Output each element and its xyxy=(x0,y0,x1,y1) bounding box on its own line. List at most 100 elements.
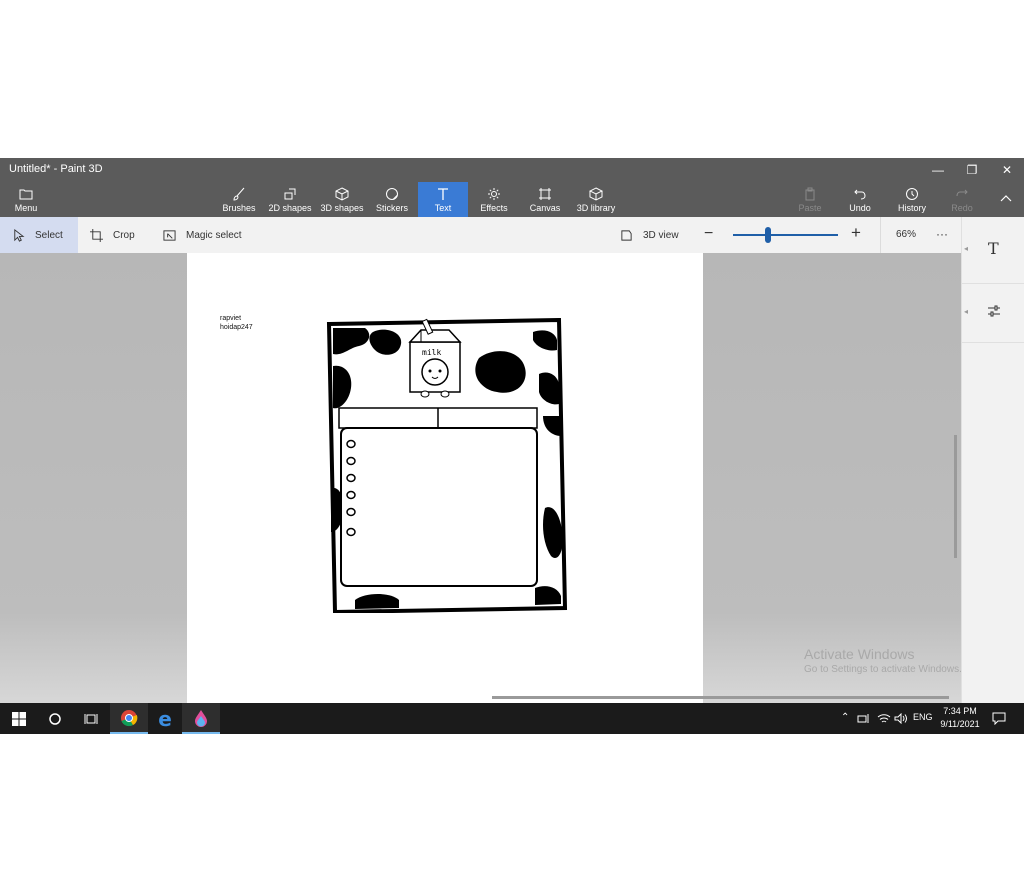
search-button[interactable] xyxy=(36,703,74,734)
network-icon[interactable] xyxy=(857,713,871,724)
milk-label: milk xyxy=(422,348,441,357)
task-view-button[interactable] xyxy=(72,703,110,734)
brush-icon xyxy=(233,187,245,201)
more-options-button[interactable]: ··· xyxy=(936,227,948,241)
text-icon xyxy=(438,187,448,200)
3d-view-icon xyxy=(621,229,632,241)
magic-select-label: Magic select xyxy=(186,229,242,241)
chevron-left-icon[interactable]: ◂ xyxy=(964,244,968,253)
minimize-button[interactable]: — xyxy=(921,158,955,182)
clock-time: 7:34 PM xyxy=(943,706,977,716)
select-button[interactable]: Select xyxy=(0,217,78,253)
toolbar-divider xyxy=(880,217,881,253)
canvas-text-block[interactable]: rapviet hoidap247 xyxy=(220,314,253,332)
main-ribbon: Menu Brushes 2D shapes 3D shapes Sticker… xyxy=(0,182,1024,217)
tool-3d-shapes[interactable]: 3D shapes xyxy=(318,182,366,217)
wifi-icon[interactable] xyxy=(877,713,891,724)
2d-shapes-icon xyxy=(284,188,296,199)
select-label: Select xyxy=(35,229,63,241)
vertical-scrollbar[interactable] xyxy=(954,435,957,558)
menu-label: Menu xyxy=(14,202,38,213)
paste-button[interactable]: Paste xyxy=(794,182,826,217)
watermark-title: Activate Windows xyxy=(804,646,915,662)
magic-select-button[interactable]: Magic select xyxy=(163,217,242,253)
zoom-slider-track[interactable] xyxy=(733,234,838,236)
tool-label: 3D shapes xyxy=(320,202,364,213)
chrome-icon xyxy=(121,709,138,726)
paint3d-taskbar-button[interactable] xyxy=(182,703,220,734)
canvas-icon xyxy=(539,187,551,200)
tool-label: Brushes xyxy=(222,202,256,213)
clock[interactable]: 7:34 PM 9/11/2021 xyxy=(936,705,984,731)
window-title: Untitled* - Paint 3D xyxy=(9,163,103,175)
chrome-taskbar-button[interactable] xyxy=(110,703,148,734)
horizontal-scrollbar[interactable] xyxy=(492,696,949,699)
edge-taskbar-button[interactable]: e xyxy=(146,703,184,734)
start-button[interactable] xyxy=(0,703,38,734)
maximize-button[interactable]: ❐ xyxy=(955,158,989,182)
tool-text[interactable]: Text xyxy=(418,182,468,217)
notification-icon[interactable] xyxy=(992,712,1006,725)
tool-stickers[interactable]: Stickers xyxy=(372,182,412,217)
close-button[interactable]: ✕ xyxy=(990,158,1024,182)
paint-3d-icon xyxy=(195,709,207,727)
task-view-icon xyxy=(84,713,98,724)
panel-divider xyxy=(962,283,1024,284)
panel-divider xyxy=(962,342,1024,343)
action-label: History xyxy=(897,202,926,213)
cortana-circle-icon xyxy=(49,712,61,725)
stickers-icon xyxy=(386,187,398,200)
tool-3d-library[interactable]: 3D library xyxy=(574,182,618,217)
action-label: Paste xyxy=(798,202,822,213)
3d-library-icon xyxy=(589,186,603,201)
redo-button[interactable]: Redo xyxy=(946,182,978,217)
zoom-out-button[interactable]: − xyxy=(704,226,718,243)
tool-label: Stickers xyxy=(375,202,408,213)
volume-icon[interactable] xyxy=(894,713,908,724)
tool-label: Text xyxy=(434,202,452,213)
3d-view-button[interactable]: 3D view xyxy=(620,217,679,253)
history-icon xyxy=(906,187,918,200)
tool-brushes[interactable]: Brushes xyxy=(218,182,260,217)
watermark-subtitle: Go to Settings to activate Windows. xyxy=(804,664,962,675)
tool-label: Canvas xyxy=(529,202,561,213)
windows-taskbar: e ⌃ ENG 7:34 PM 9/11/2021 xyxy=(0,703,1024,734)
drawing-canvas[interactable]: rapviet hoidap247 milk xyxy=(187,253,703,703)
language-indicator[interactable]: ENG xyxy=(913,712,933,722)
effects-icon xyxy=(488,187,500,200)
history-button[interactable]: History xyxy=(893,182,931,217)
clock-date: 9/11/2021 xyxy=(940,719,980,729)
undo-button[interactable]: Undo xyxy=(843,182,877,217)
tool-canvas[interactable]: Canvas xyxy=(526,182,564,217)
menu-button[interactable]: Menu xyxy=(8,182,44,217)
collapse-ribbon-button[interactable] xyxy=(992,182,1020,217)
cursor-icon xyxy=(14,228,25,242)
crop-icon xyxy=(90,228,103,242)
crop-button[interactable]: Crop xyxy=(90,217,135,253)
undo-icon xyxy=(854,189,866,199)
tool-label: Effects xyxy=(480,202,508,213)
adjust-settings-icon[interactable] xyxy=(987,304,1001,318)
magic-select-icon xyxy=(163,229,176,241)
tool-label: 3D library xyxy=(576,202,616,213)
text-panel-icon[interactable]: T xyxy=(988,239,999,258)
show-hidden-icons-button[interactable]: ⌃ xyxy=(841,712,849,723)
crop-label: Crop xyxy=(113,229,135,241)
canvas-text-line: hoidap247 xyxy=(220,324,253,331)
zoom-slider-thumb[interactable] xyxy=(764,227,771,243)
redo-icon xyxy=(956,189,968,196)
activate-windows-watermark: Activate Windows Go to Settings to activ… xyxy=(804,646,962,675)
zoom-in-button[interactable]: + xyxy=(851,224,865,241)
tool-2d-shapes[interactable]: 2D shapes xyxy=(266,182,314,217)
action-label: Redo xyxy=(951,202,973,213)
canvas-text-line: rapviet xyxy=(220,315,242,322)
chevron-left-icon[interactable]: ◂ xyxy=(964,307,968,316)
context-toolbar: Select Crop Magic select 3D view − + 66%… xyxy=(0,217,961,253)
tool-effects[interactable]: Effects xyxy=(474,182,514,217)
3d-view-label: 3D view xyxy=(643,229,679,241)
folder-icon xyxy=(19,189,33,199)
chevron-up-icon xyxy=(1000,194,1012,201)
cow-notebook-drawing: milk xyxy=(326,318,568,613)
zoom-percentage: 66% xyxy=(896,229,917,240)
action-label: Undo xyxy=(849,202,871,213)
